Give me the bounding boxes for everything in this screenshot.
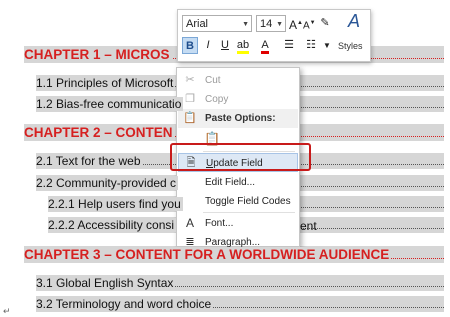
toc-entry-text: 2.1 Text for the web — [36, 154, 143, 168]
bullets-button[interactable]: ☰ — [280, 37, 298, 54]
font-color-button[interactable]: A — [257, 37, 273, 54]
toc-chapter-2-text: CHAPTER 2 – CONTEN — [24, 125, 175, 140]
menu-item-label: Paste Options: — [205, 113, 276, 124]
paste-options-header: 📋 Paste Options: — [178, 109, 298, 128]
copy-icon: ❐ — [185, 93, 195, 105]
bold-button[interactable]: B — [182, 37, 198, 54]
font-size-value: 14 — [260, 18, 273, 30]
styles-button[interactable]: A — [343, 11, 365, 31]
scissors-icon: ✂ — [185, 74, 195, 86]
toc-entry-text: 2.2.1 Help users find you — [48, 197, 183, 211]
menu-item-copy[interactable]: ❐ Copy — [178, 90, 298, 109]
menu-item-edit-field[interactable]: Edit Field... — [178, 173, 298, 192]
font-size-select[interactable]: 14 ▼ — [256, 15, 286, 32]
font-name-select[interactable]: Arial ▼ — [182, 15, 252, 32]
shrink-font-button[interactable]: A▼ — [303, 15, 316, 32]
format-painter-icon: ✎ — [320, 17, 330, 29]
styles-dropdown[interactable]: ▼ — [322, 37, 332, 54]
bullet-list-icon: ☰ — [284, 39, 294, 51]
menu-item-toggle-field-codes[interactable]: Toggle Field Codes — [178, 192, 298, 211]
mini-toolbar: Arial ▼ 14 ▼ A▲ A▼ ✎ A Styles B I U ab A ☰… — [177, 9, 371, 62]
menu-item-label: Toggle Field Codes — [205, 196, 291, 207]
toc-entry-text: 2.2.2 Accessibility consi — [48, 218, 177, 232]
highlighter-icon: ab — [236, 39, 250, 54]
styles-icon: A — [347, 11, 360, 31]
menu-item-label: Copy — [205, 94, 229, 105]
toc-entry-3-2[interactable]: 3.2 Terminology and word choice — [36, 296, 444, 312]
toc-entry-text: 2.2 Community-provided c — [36, 176, 179, 190]
menu-item-font[interactable]: A Font... — [178, 214, 298, 233]
toc-chapter-1-text: CHAPTER 1 – MICROS — [24, 47, 172, 62]
toc-entry-text: 3.2 Terminology and word choice — [36, 297, 214, 311]
grow-font-icon: A — [289, 18, 298, 32]
toc-entry-text: 1.2 Bias-free communicatio — [36, 97, 184, 111]
styles-label: Styles — [338, 41, 363, 51]
highlight-color-button[interactable]: ab — [235, 37, 251, 54]
shrink-font-icon: A — [303, 20, 310, 32]
menu-item-cut[interactable]: ✂ Cut — [178, 71, 298, 90]
menu-item-label: Font... — [205, 218, 234, 229]
menu-item-label: Edit Field... — [205, 177, 256, 188]
font-color-icon: A — [261, 39, 269, 54]
chevron-down-icon: ▼ — [276, 21, 283, 28]
toc-chapter-3-text: CHAPTER 3 – CONTENT FOR A WORLDWIDE AUDI… — [24, 247, 392, 262]
numbered-list-icon: ☷ — [306, 39, 316, 51]
paste-icon: 📋 — [183, 112, 197, 124]
toc-entry-text: 3.1 Global English Syntax — [36, 276, 176, 290]
toc-entry-text: 1.1 Principles of Microsoft — [36, 76, 176, 90]
chevron-down-icon: ▼ — [242, 21, 249, 28]
italic-button[interactable]: I — [201, 37, 215, 54]
toc-entry-2-2-2-tail: ent — [300, 219, 317, 233]
toc-entry-3-1[interactable]: 3.1 Global English Syntax — [36, 275, 444, 291]
grow-font-button[interactable]: A▲ — [289, 15, 303, 32]
menu-separator — [203, 212, 295, 213]
toc-chapter-3[interactable]: CHAPTER 3 – CONTENT FOR A WORLDWIDE AUDI… — [24, 246, 444, 263]
paragraph-mark: ↵ — [3, 306, 11, 316]
numbering-button[interactable]: ☷ — [302, 37, 320, 54]
menu-item-label: Cut — [205, 75, 221, 86]
font-icon: A — [185, 216, 194, 230]
highlight-annotation-box — [170, 143, 311, 171]
underline-button[interactable]: U — [218, 37, 232, 54]
font-name-value: Arial — [186, 18, 209, 30]
format-painter-button[interactable]: ✎ — [318, 15, 332, 32]
chevron-down-icon: ▼ — [323, 41, 331, 50]
